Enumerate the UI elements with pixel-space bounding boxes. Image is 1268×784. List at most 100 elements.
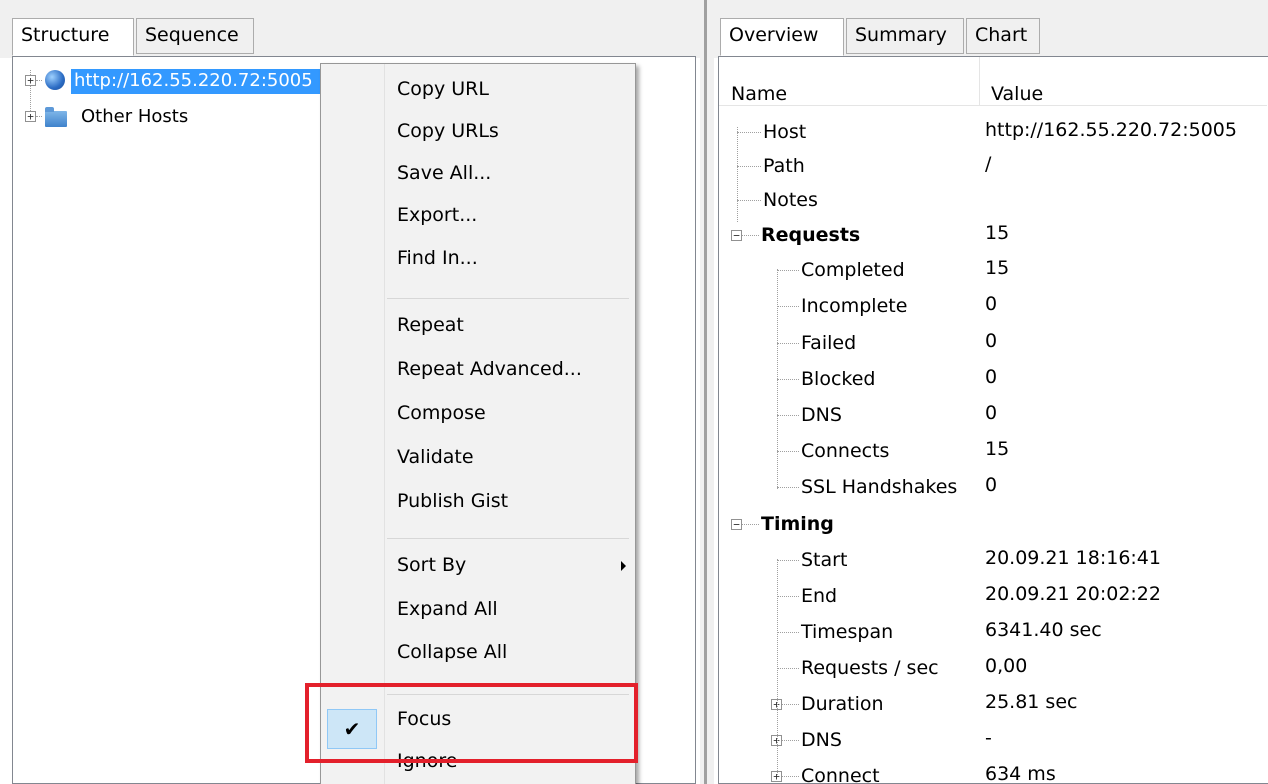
- property-row[interactable]: Host http://162.55.220.72:5005: [719, 119, 1267, 155]
- column-header-value[interactable]: Value: [991, 83, 1043, 105]
- property-name: Path: [763, 155, 805, 177]
- menu-item-copy-url[interactable]: Copy URL: [397, 78, 489, 100]
- property-name: Timing: [761, 513, 834, 535]
- tree-connector: [777, 379, 799, 380]
- property-row[interactable]: Blocked 0: [719, 366, 1267, 402]
- property-row[interactable]: SSL Handshakes 0: [719, 474, 1267, 510]
- tree-connector: [777, 306, 799, 307]
- tree-connector: [777, 343, 799, 344]
- property-row[interactable]: + Connect 634 ms: [719, 763, 1267, 784]
- property-name: Failed: [801, 332, 857, 354]
- property-row[interactable]: Incomplete 0: [719, 293, 1267, 329]
- expand-icon[interactable]: +: [25, 75, 36, 86]
- property-value: /: [985, 153, 992, 175]
- menu-separator: [387, 298, 629, 299]
- property-name: Timespan: [801, 621, 894, 643]
- property-value: 15: [985, 438, 1010, 460]
- menu-item-repeat-advanced[interactable]: Repeat Advanced...: [397, 358, 582, 380]
- property-name: SSL Handshakes: [801, 476, 958, 498]
- property-value: http://162.55.220.72:5005: [985, 119, 1237, 141]
- property-name: Start: [801, 549, 848, 571]
- menu-item-validate[interactable]: Validate: [397, 446, 474, 468]
- property-row[interactable]: Path /: [719, 153, 1267, 189]
- folder-icon: [45, 107, 67, 127]
- tree-connector: [777, 269, 778, 489]
- collapse-icon[interactable]: −: [731, 230, 742, 241]
- menu-item-repeat[interactable]: Repeat: [397, 314, 464, 336]
- column-divider[interactable]: [979, 57, 980, 105]
- property-value: 15: [985, 222, 1010, 244]
- menu-item-export[interactable]: Export...: [397, 204, 477, 226]
- property-name: Host: [763, 121, 807, 143]
- menu-item-find-in[interactable]: Find In...: [397, 247, 478, 269]
- property-value: -: [985, 727, 992, 749]
- property-row[interactable]: + Duration 25.81 sec: [719, 691, 1267, 727]
- property-value: 0: [985, 474, 998, 496]
- property-row[interactable]: Start 20.09.21 18:16:41: [719, 547, 1267, 583]
- overview-properties[interactable]: Name Value Host http://162.55.220.72:5005…: [718, 56, 1268, 784]
- tree-item-label: http://162.55.220.72:5005: [71, 69, 335, 94]
- property-row[interactable]: − Requests 15: [719, 222, 1267, 258]
- property-name: Notes: [763, 189, 818, 211]
- tree-connector: [742, 524, 759, 525]
- menu-item-compose[interactable]: Compose: [397, 402, 486, 424]
- property-value: 634 ms: [985, 763, 1056, 784]
- property-row[interactable]: + DNS -: [719, 727, 1267, 763]
- property-row[interactable]: Completed 15: [719, 257, 1267, 293]
- property-name: Duration: [801, 693, 884, 715]
- property-row[interactable]: Notes: [719, 187, 1267, 223]
- right-tabbar: Overview Summary Chart: [714, 0, 1268, 58]
- properties-header: Name Value: [719, 57, 1267, 106]
- property-row[interactable]: DNS 0: [719, 402, 1267, 438]
- tab-chart[interactable]: Chart: [966, 18, 1040, 54]
- tree-connector: [737, 200, 761, 201]
- property-row[interactable]: Connects 15: [719, 438, 1267, 474]
- tree-connector: [737, 166, 761, 167]
- tree-connector: [737, 127, 738, 222]
- property-row[interactable]: − Timing: [719, 511, 1267, 547]
- menu-item-publish-gist[interactable]: Publish Gist: [397, 490, 508, 512]
- menu-item-sort-by[interactable]: Sort By: [397, 554, 466, 576]
- property-name: Requests: [761, 224, 861, 246]
- tree-connector: [777, 560, 799, 561]
- tree-connector: [777, 415, 799, 416]
- tab-summary[interactable]: Summary: [846, 18, 964, 54]
- tab-structure[interactable]: Structure: [12, 18, 134, 56]
- tree-connector: [737, 132, 761, 133]
- property-value: 0: [985, 330, 998, 352]
- menu-item-save-all[interactable]: Save All...: [397, 162, 491, 184]
- submenu-arrow-icon: [621, 561, 626, 571]
- tree-connector: [777, 451, 799, 452]
- property-name: DNS: [801, 729, 842, 751]
- tab-overview[interactable]: Overview: [720, 18, 844, 56]
- property-value: 6341.40 sec: [985, 619, 1102, 641]
- tree-connector: [777, 596, 799, 597]
- property-row[interactable]: End 20.09.21 20:02:22: [719, 583, 1267, 619]
- property-value: 0: [985, 366, 998, 388]
- tree-connector: [777, 559, 778, 775]
- property-name: Completed: [801, 259, 905, 281]
- property-name: Requests / sec: [801, 657, 939, 679]
- property-row[interactable]: Timespan 6341.40 sec: [719, 619, 1267, 655]
- tree-connector: [777, 270, 799, 271]
- property-value: 15: [985, 257, 1010, 279]
- tab-sequence[interactable]: Sequence: [136, 18, 254, 54]
- tree-connector: [777, 668, 799, 669]
- tree-item-label: Other Hosts: [81, 106, 189, 127]
- pane-splitter[interactable]: [700, 0, 714, 784]
- splitter-grip: [704, 0, 707, 784]
- column-header-name[interactable]: Name: [731, 83, 787, 105]
- expand-icon[interactable]: +: [25, 111, 36, 122]
- tree-connector: [36, 80, 42, 81]
- property-row[interactable]: Failed 0: [719, 330, 1267, 366]
- collapse-icon[interactable]: −: [731, 519, 742, 530]
- property-name: Incomplete: [801, 295, 908, 317]
- property-value: 0: [985, 402, 998, 424]
- property-name: Connect: [801, 765, 880, 784]
- menu-item-expand-all[interactable]: Expand All: [397, 598, 498, 620]
- menu-item-copy-urls[interactable]: Copy URLs: [397, 120, 499, 142]
- menu-item-collapse-all[interactable]: Collapse All: [397, 641, 507, 663]
- property-value: 0,00: [985, 655, 1028, 677]
- left-tabbar: Structure Sequence: [0, 0, 700, 58]
- property-row[interactable]: Requests / sec 0,00: [719, 655, 1267, 691]
